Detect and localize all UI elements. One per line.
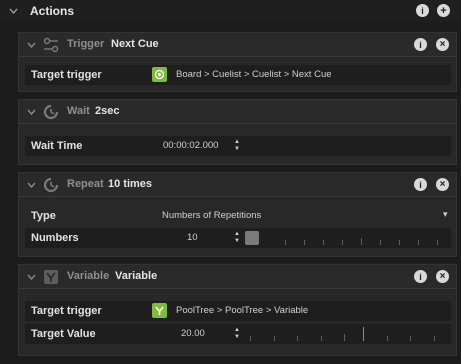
info-icon[interactable]: i xyxy=(414,38,427,51)
target-trigger-row: Target trigger Board > Cuelist > Cuelist… xyxy=(25,65,451,85)
repeat-action-block: Repeat 10 times i × Type Numbers of Repe… xyxy=(18,172,457,257)
target-trigger-label: Target trigger xyxy=(31,69,102,81)
slider-tick xyxy=(437,240,438,245)
slider-tick xyxy=(321,336,322,341)
info-icon[interactable]: i xyxy=(414,270,427,283)
slider-tick xyxy=(434,336,435,341)
trigger-target-icon[interactable] xyxy=(152,67,167,82)
slider-handle-line[interactable] xyxy=(363,327,364,341)
block-name[interactable]: 10 times xyxy=(108,178,152,190)
trigger-sliders-icon xyxy=(43,37,59,53)
slider-handle[interactable] xyxy=(245,231,259,245)
target-value-slider[interactable] xyxy=(245,324,445,344)
variable-target-path[interactable]: PoolTree > PoolTree > Variable xyxy=(176,305,308,316)
add-icon[interactable]: + xyxy=(437,4,450,17)
wait-block-header: Wait 2sec xyxy=(19,100,456,124)
slider-tick xyxy=(323,240,324,245)
target-trigger-path[interactable]: Board > Cuelist > Cuelist > Next Cue xyxy=(176,69,332,80)
trigger-action-block: Trigger Next Cue i × Target trigger Boar… xyxy=(18,32,457,92)
slider-tick xyxy=(274,336,275,341)
wait-action-block: Wait 2sec Wait Time 00:00:02.000 ▲ ▼ xyxy=(18,99,457,165)
repeat-numbers-label: Numbers xyxy=(31,232,79,244)
target-value-input[interactable]: 20.00 xyxy=(181,328,205,339)
block-type-label: Wait xyxy=(67,105,90,117)
dropdown-arrow-icon[interactable]: ▾ xyxy=(443,209,448,220)
block-type-label: Variable xyxy=(67,270,110,282)
wait-clock-icon xyxy=(43,104,59,120)
chevron-down-icon[interactable] xyxy=(26,272,36,282)
slider-tick xyxy=(418,240,419,245)
slider-tick xyxy=(297,336,298,341)
variable-action-block: Variable Variable i × Target trigger Poo… xyxy=(18,264,457,356)
repeat-type-label: Type xyxy=(31,210,56,222)
chevron-down-icon[interactable] xyxy=(26,107,36,117)
slider-tick xyxy=(380,240,381,245)
slider-tick xyxy=(361,238,362,245)
info-icon[interactable]: i xyxy=(416,4,429,17)
variable-block-header: Variable Variable i × xyxy=(19,265,456,289)
variable-target-label: Target trigger xyxy=(31,305,102,317)
slider-tick xyxy=(285,240,286,245)
block-name[interactable]: 2sec xyxy=(95,105,119,117)
block-name[interactable]: Variable xyxy=(115,270,157,282)
slider-tick xyxy=(342,240,343,245)
repeat-type-select[interactable]: Numbers of Repetitions xyxy=(162,210,261,221)
repeat-numbers-value[interactable]: 10 xyxy=(187,232,198,243)
target-value-label: Target Value xyxy=(31,328,96,340)
close-icon[interactable]: × xyxy=(436,38,449,51)
wait-time-stepper[interactable]: ▲ ▼ xyxy=(234,139,240,153)
slider-tick xyxy=(387,336,388,341)
trigger-block-header: Trigger Next Cue i × xyxy=(19,33,456,57)
section-title: Actions xyxy=(30,4,75,18)
slider-tick xyxy=(250,336,251,341)
block-type-label: Trigger xyxy=(67,38,105,50)
slider-tick xyxy=(304,240,305,245)
slider-tick xyxy=(399,240,400,245)
wait-time-label: Wait Time xyxy=(31,140,83,152)
block-type-label: Repeat xyxy=(67,178,104,190)
repeat-loop-icon xyxy=(43,177,59,193)
variable-icon xyxy=(43,269,59,285)
variable-target-row: Target trigger PoolTree > PoolTree > Var… xyxy=(25,301,451,321)
wait-time-row: Wait Time 00:00:02.000 ▲ ▼ xyxy=(25,136,451,156)
slider-tick xyxy=(410,336,411,341)
repeat-numbers-stepper[interactable]: ▲ ▼ xyxy=(234,231,240,245)
repeat-type-row: Type Numbers of Repetitions ▾ xyxy=(25,206,451,226)
target-value-stepper[interactable]: ▲ ▼ xyxy=(234,327,240,341)
repeat-block-header: Repeat 10 times i × xyxy=(19,173,456,197)
repeat-numbers-slider[interactable] xyxy=(245,228,445,248)
close-icon[interactable]: × xyxy=(436,270,449,283)
target-value-row: Target Value 20.00 ▲ ▼ xyxy=(25,324,451,344)
repeat-numbers-row: Numbers 10 ▲ ▼ xyxy=(25,228,451,248)
variable-target-icon[interactable] xyxy=(152,303,167,318)
chevron-down-icon[interactable] xyxy=(26,180,36,190)
close-icon[interactable]: × xyxy=(436,178,449,191)
info-icon[interactable]: i xyxy=(414,178,427,191)
slider-tick xyxy=(344,334,345,341)
wait-time-value[interactable]: 00:00:02.000 xyxy=(163,140,218,151)
block-name[interactable]: Next Cue xyxy=(111,38,159,50)
chevron-down-icon[interactable] xyxy=(26,40,36,50)
actions-section-header: Actions i + xyxy=(0,0,461,22)
chevron-down-icon[interactable] xyxy=(8,6,18,16)
